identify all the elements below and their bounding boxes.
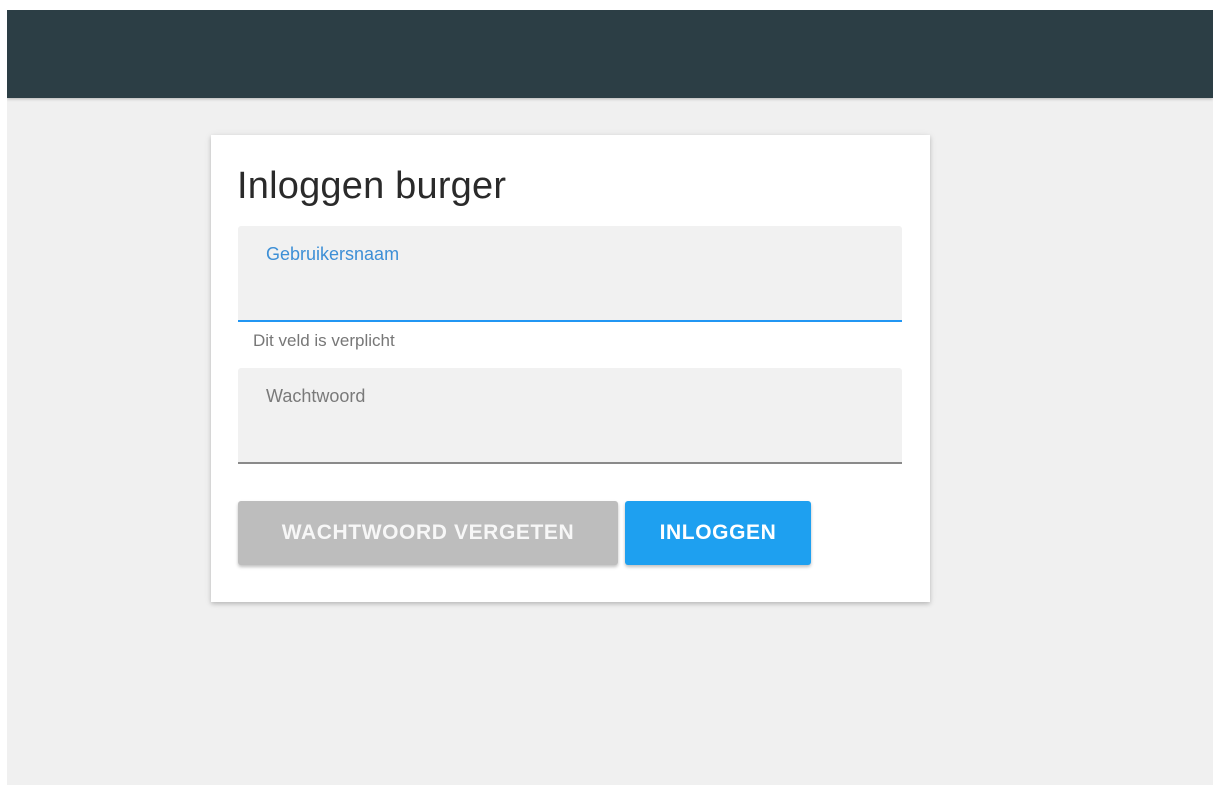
password-field[interactable]: Wachtwoord [238, 368, 902, 464]
login-button[interactable]: INLOGGEN [625, 501, 811, 565]
username-field[interactable]: Gebruikersnaam [238, 226, 902, 322]
username-helper-text: Dit veld is verplicht [253, 331, 395, 350]
login-card: Inloggen burger Gebruikersnaam Dit veld … [211, 135, 930, 602]
forgot-password-button[interactable]: WACHTWOORD VERGETEN [238, 501, 618, 565]
password-input[interactable] [266, 416, 874, 444]
username-input[interactable] [266, 274, 874, 302]
app-window: Inloggen burger Gebruikersnaam Dit veld … [7, 10, 1213, 785]
password-label: Wachtwoord [266, 386, 366, 406]
page-title: Inloggen burger [237, 165, 507, 207]
username-label: Gebruikersnaam [266, 244, 400, 264]
top-app-bar [7, 10, 1213, 98]
